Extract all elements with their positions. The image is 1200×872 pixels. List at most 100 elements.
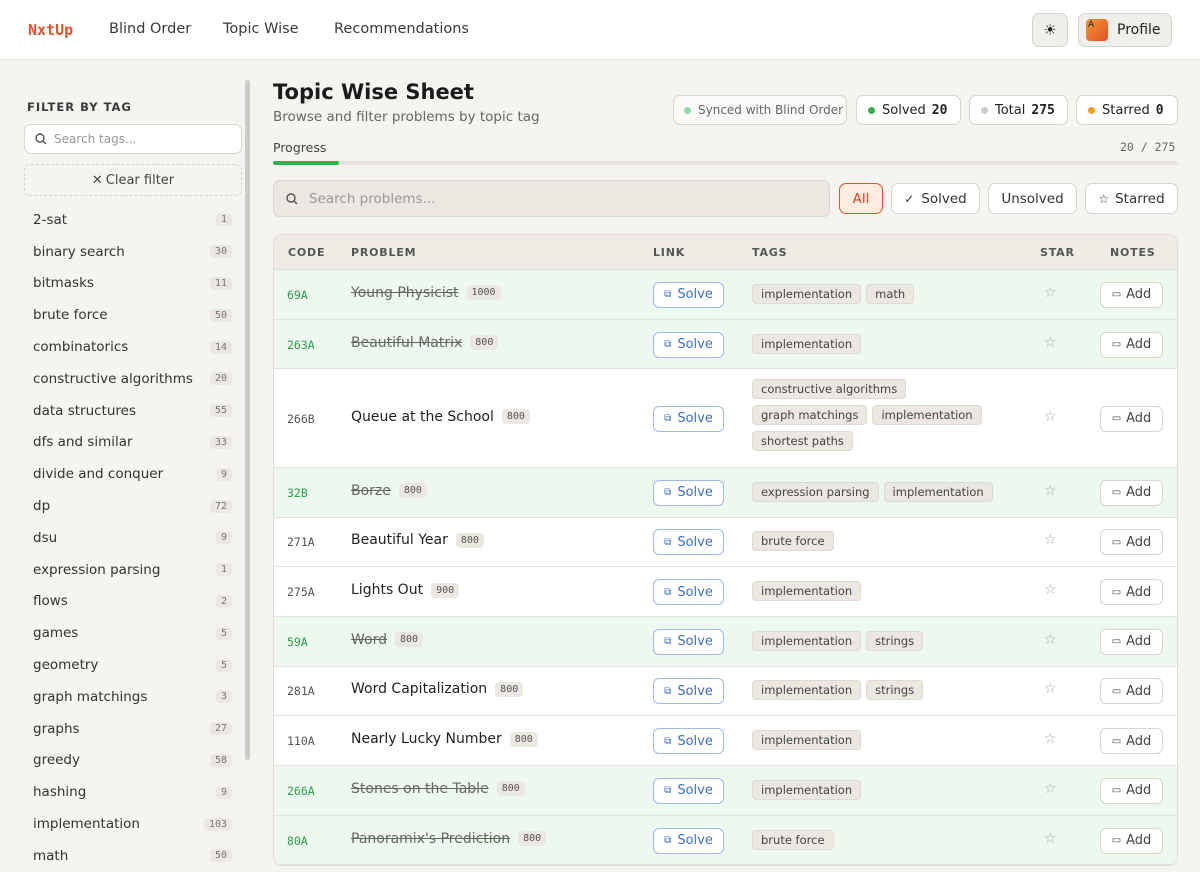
tag-chip[interactable]: constructive algorithms bbox=[752, 379, 907, 400]
problem-title[interactable]: Borze bbox=[351, 483, 391, 499]
tag-chip[interactable]: implementation bbox=[752, 730, 862, 751]
solve-link-button[interactable]: ⧉ Solve bbox=[653, 628, 724, 655]
add-note-button[interactable]: ▭ Add bbox=[1100, 579, 1163, 606]
add-note-button[interactable]: ▭ Add bbox=[1100, 405, 1163, 432]
tag-filter-item[interactable]: 2-sat 1 bbox=[24, 204, 242, 236]
tag-chip[interactable]: implementation bbox=[752, 779, 862, 800]
problem-title[interactable]: Young Physicist bbox=[351, 285, 459, 301]
tag-filter-item[interactable]: divide and conquer 9 bbox=[24, 458, 242, 490]
add-note-button[interactable]: ▭ Add bbox=[1100, 678, 1163, 705]
filter-all-button[interactable]: All bbox=[839, 183, 883, 214]
problem-title[interactable]: Panoramix's Prediction bbox=[351, 831, 510, 847]
star-icon[interactable]: ☆ bbox=[1044, 731, 1057, 747]
add-note-button[interactable]: ▭ Add bbox=[1100, 827, 1163, 854]
tag-chip[interactable]: implementation bbox=[883, 481, 993, 502]
solve-link-button[interactable]: ⧉ Solve bbox=[653, 331, 724, 358]
solve-label: Solve bbox=[677, 485, 713, 501]
star-icon[interactable]: ☆ bbox=[1044, 681, 1057, 697]
tag-chip[interactable]: implementation bbox=[752, 581, 862, 602]
tag-chip[interactable]: brute force bbox=[752, 829, 834, 850]
tag-chip[interactable]: strings bbox=[866, 630, 924, 651]
clear-filter-button[interactable]: ✕ Clear filter bbox=[24, 164, 242, 196]
star-icon[interactable]: ☆ bbox=[1044, 285, 1057, 301]
star-icon[interactable]: ☆ bbox=[1044, 632, 1057, 648]
problem-search-input[interactable] bbox=[309, 190, 789, 207]
tag-filter-item[interactable]: dsu 9 bbox=[24, 522, 242, 554]
star-icon[interactable]: ☆ bbox=[1044, 409, 1057, 425]
filter-starred-button[interactable]: ☆ Starred bbox=[1085, 183, 1178, 214]
problem-title[interactable]: Stones on the Table bbox=[351, 781, 489, 797]
tag-filter-item[interactable]: constructive algorithms 20 bbox=[24, 363, 242, 395]
tag-filter-item[interactable]: dfs and similar 33 bbox=[24, 427, 242, 459]
tag-chip[interactable]: shortest paths bbox=[752, 431, 853, 452]
tag-search-box[interactable] bbox=[24, 124, 242, 154]
tag-filter-item[interactable]: games 5 bbox=[24, 617, 242, 649]
solve-link-button[interactable]: ⧉ Solve bbox=[653, 579, 724, 606]
solve-link-button[interactable]: ⧉ Solve bbox=[653, 281, 724, 308]
star-icon[interactable]: ☆ bbox=[1044, 532, 1057, 548]
tag-chip[interactable]: expression parsing bbox=[752, 481, 879, 502]
problem-title[interactable]: Beautiful Year bbox=[351, 532, 448, 548]
solve-link-button[interactable]: ⧉ Solve bbox=[653, 479, 724, 506]
add-note-button[interactable]: ▭ Add bbox=[1100, 628, 1163, 655]
star-icon[interactable]: ☆ bbox=[1044, 831, 1057, 847]
add-note-button[interactable]: ▭ Add bbox=[1100, 777, 1163, 804]
tag-chip[interactable]: graph matchings bbox=[752, 405, 868, 426]
solve-link-button[interactable]: ⧉ Solve bbox=[653, 678, 724, 705]
tag-filter-item[interactable]: graph matchings 3 bbox=[24, 681, 242, 713]
tag-chip[interactable]: implementation bbox=[872, 405, 982, 426]
tag-filter-item[interactable]: combinatorics 14 bbox=[24, 331, 242, 363]
problem-title[interactable]: Word bbox=[351, 632, 387, 648]
add-note-button[interactable]: ▭ Add bbox=[1100, 728, 1163, 755]
tag-filter-item[interactable]: geometry 5 bbox=[24, 649, 242, 681]
nav-recommendations[interactable]: Recommendations bbox=[334, 21, 469, 37]
tag-chip[interactable]: implementation bbox=[752, 680, 862, 701]
tag-chip[interactable]: strings bbox=[866, 680, 924, 701]
filter-unsolved-button[interactable]: Unsolved bbox=[988, 183, 1077, 214]
tag-filter-item[interactable]: flows 2 bbox=[24, 586, 242, 618]
solve-link-button[interactable]: ⧉ Solve bbox=[653, 777, 724, 804]
tag-filter-item[interactable]: bitmasks 11 bbox=[24, 268, 242, 300]
tag-search-input[interactable] bbox=[54, 132, 224, 146]
tag-chip[interactable]: brute force bbox=[752, 531, 834, 552]
nav-topic-wise[interactable]: Topic Wise bbox=[223, 21, 299, 37]
star-icon[interactable]: ☆ bbox=[1044, 483, 1057, 499]
solve-link-button[interactable]: ⧉ Solve bbox=[653, 827, 724, 854]
theme-toggle-button[interactable]: ☀ bbox=[1032, 13, 1068, 47]
problem-title[interactable]: Beautiful Matrix bbox=[351, 335, 462, 351]
tag-filter-item[interactable]: brute force 50 bbox=[24, 299, 242, 331]
problem-title[interactable]: Nearly Lucky Number bbox=[351, 731, 502, 747]
problem-title[interactable]: Lights Out bbox=[351, 582, 423, 598]
problem-title[interactable]: Word Capitalization bbox=[351, 681, 487, 697]
tag-filter-item[interactable]: dp 72 bbox=[24, 490, 242, 522]
tag-filter-item[interactable]: math 50 bbox=[24, 840, 242, 872]
tag-chip[interactable]: implementation bbox=[752, 630, 862, 651]
add-note-button[interactable]: ▭ Add bbox=[1100, 529, 1163, 556]
tag-filter-item[interactable]: binary search 30 bbox=[24, 236, 242, 268]
star-icon[interactable]: ☆ bbox=[1044, 781, 1057, 797]
tag-filter-item[interactable]: implementation 103 bbox=[24, 808, 242, 840]
nav-blind-order[interactable]: Blind Order bbox=[109, 21, 191, 37]
tag-filter-item[interactable]: greedy 58 bbox=[24, 745, 242, 777]
app-logo[interactable]: NxtUp bbox=[28, 21, 73, 39]
tag-chip[interactable]: implementation bbox=[752, 283, 862, 304]
solve-link-button[interactable]: ⧉ Solve bbox=[653, 728, 724, 755]
add-note-button[interactable]: ▭ Add bbox=[1100, 281, 1163, 308]
add-note-button[interactable]: ▭ Add bbox=[1100, 479, 1163, 506]
profile-button[interactable]: A Profile bbox=[1078, 13, 1172, 47]
tag-filter-item[interactable]: data structures 55 bbox=[24, 395, 242, 427]
tag-filter-item[interactable]: expression parsing 1 bbox=[24, 554, 242, 586]
problem-search-box[interactable] bbox=[273, 180, 830, 217]
solve-link-button[interactable]: ⧉ Solve bbox=[653, 405, 724, 432]
star-icon[interactable]: ☆ bbox=[1044, 582, 1057, 598]
sidebar-scrollbar[interactable] bbox=[245, 80, 250, 760]
solve-link-button[interactable]: ⧉ Solve bbox=[653, 529, 724, 556]
filter-solved-button[interactable]: ✓ Solved bbox=[891, 183, 980, 214]
add-note-button[interactable]: ▭ Add bbox=[1100, 331, 1163, 358]
tag-chip[interactable]: implementation bbox=[752, 333, 862, 354]
problem-title[interactable]: Queue at the School bbox=[351, 409, 494, 425]
tag-chip[interactable]: math bbox=[866, 283, 915, 304]
tag-filter-item[interactable]: hashing 9 bbox=[24, 776, 242, 808]
tag-filter-item[interactable]: graphs 27 bbox=[24, 713, 242, 745]
star-icon[interactable]: ☆ bbox=[1044, 335, 1057, 351]
